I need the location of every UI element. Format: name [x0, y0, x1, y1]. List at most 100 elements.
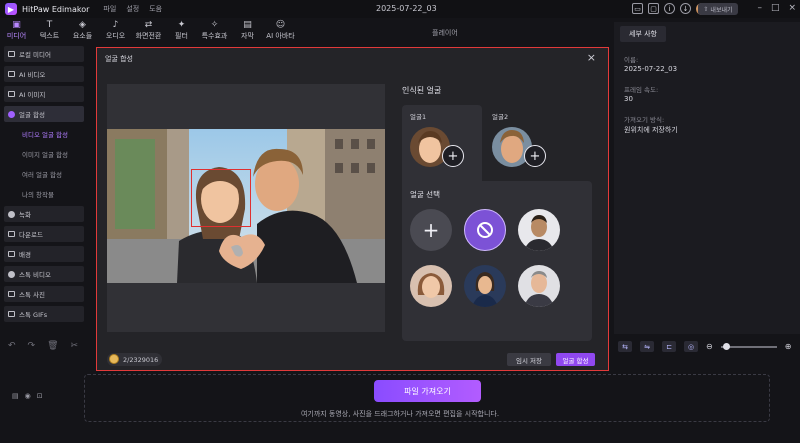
stock-video-icon [8, 270, 15, 278]
player-label: 플레이어 [432, 29, 458, 37]
main-toolbar: ▣ 미디어 T 텍스트 ◈ 요소들 ♪ 오디오 ⇄ 화면전환 ✦ 필터 ✧ 특수효과 ▤ 자막 … [0, 18, 320, 44]
app-logo-icon: ▶ [5, 3, 17, 15]
link-icon[interactable]: ⇋ [640, 341, 654, 352]
sidebar-item-stock-gifs[interactable]: 스톡 GIFs [4, 306, 84, 322]
sidebar-sub-image-face-swap[interactable]: 이미지 얼굴 합성 [4, 146, 84, 162]
tab-audio[interactable]: ♪ 오디오 [99, 18, 132, 44]
add-face-1-icon[interactable]: + [442, 145, 464, 167]
undo-icon[interactable]: ↶ [8, 341, 16, 351]
lock-icon[interactable]: ⊡ [37, 392, 43, 400]
tab-subtitle[interactable]: ▤ 자막 [231, 18, 264, 44]
stock-photo-icon [8, 291, 15, 297]
visibility-icon[interactable]: ◉ [25, 392, 31, 400]
feedback-icon[interactable]: ▢ [648, 3, 659, 14]
detected-face-box [191, 169, 251, 227]
dialog-title: 얼굴 합성 [105, 55, 133, 63]
close-window-icon[interactable]: × [788, 3, 796, 13]
close-icon[interactable]: × [587, 51, 596, 64]
fps-value: 30 [624, 95, 633, 103]
image-preview [107, 84, 385, 332]
cut-icon[interactable]: ✂ [71, 341, 79, 351]
tab-text[interactable]: T 텍스트 [33, 18, 66, 44]
ban-icon [477, 222, 493, 238]
face-select-panel: 얼굴 선택 + [402, 181, 592, 341]
sidebar-sub-multi-face-swap[interactable]: 여러 얼굴 합성 [4, 166, 84, 182]
face-option-man-2[interactable] [518, 265, 560, 307]
sidebar-item-background[interactable]: 배경 [4, 246, 84, 262]
gif-icon [8, 311, 15, 317]
upload-icon: ⇧ [703, 5, 711, 13]
sidebar-item-record[interactable]: 녹화 [4, 206, 84, 222]
info-icon[interactable]: i [664, 3, 675, 14]
media-sidebar: 로컬 미디어 AI 비디오 AI 이미지 얼굴 합성 비디오 얼굴 합성 이미지… [4, 46, 84, 336]
sidebar-sub-video-face-swap[interactable]: 비디오 얼굴 합성 [4, 126, 84, 142]
sidebar-item-stock-video[interactable]: 스톡 비디오 [4, 266, 84, 282]
filter-icon: ✦ [177, 20, 186, 30]
face-swap-icon [8, 110, 15, 118]
sidebar-item-face-swap[interactable]: 얼굴 합성 [4, 106, 84, 122]
split-icon[interactable]: ⊏ [662, 341, 676, 352]
face-select-title: 얼굴 선택 [410, 190, 440, 199]
zoom-slider-knob[interactable] [722, 342, 730, 350]
sidebar-item-download[interactable]: 다운로드 [4, 226, 84, 242]
tab-ai-avatar[interactable]: ☺ AI 아바타 [264, 18, 297, 44]
snap-icon[interactable]: ⇆ [618, 341, 632, 352]
add-face-2-icon[interactable]: + [524, 145, 546, 167]
title-icons: ▭ ▢ i ↓ [632, 3, 708, 15]
face-swap-dialog: 얼굴 합성 × 인식된 얼굴 얼굴1 + 얼굴2 + 얼굴 선택 + 2/232… [96, 47, 609, 371]
caption-icon[interactable]: ◎ [684, 341, 698, 352]
save-mode-value: 원위치에 저장하기 [624, 126, 678, 134]
menu-help[interactable]: 도움 [149, 4, 162, 14]
coin-icon [109, 354, 119, 364]
background-icon [8, 251, 15, 257]
redo-icon[interactable]: ↷ [28, 341, 36, 351]
tab-filter[interactable]: ✦ 필터 [165, 18, 198, 44]
no-face-option[interactable] [464, 209, 506, 251]
media-icon: ▣ [12, 20, 21, 30]
drop-hint: 여기까지 동영상, 사진을 드래그하거나 가져오면 편집을 시작합니다. [300, 410, 500, 418]
sidebar-item-ai-image[interactable]: AI 이미지 [4, 86, 84, 102]
delete-icon[interactable]: 🗑 [47, 341, 58, 351]
dialog-footer: 2/2329016 임시 저장 얼굴 합성 [97, 350, 607, 370]
window-controls: – □ × [757, 3, 796, 13]
folder-icon [8, 51, 15, 57]
screen-icon[interactable]: ▭ [632, 3, 643, 14]
sidebar-sub-my-creations[interactable]: 나의 창작물 [4, 186, 84, 202]
tab-effects[interactable]: ✧ 특수효과 [198, 18, 231, 44]
face-swap-button[interactable]: 얼굴 합성 [556, 353, 595, 366]
maximize-icon[interactable]: □ [771, 3, 780, 13]
menu-settings[interactable]: 설정 [126, 4, 139, 14]
zoom-slider[interactable] [720, 342, 777, 350]
tab-media[interactable]: ▣ 미디어 [0, 18, 33, 44]
name-label: 이름: [624, 56, 639, 64]
save-draft-button[interactable]: 임시 저장 [507, 353, 551, 366]
ai-video-icon [8, 71, 15, 77]
face-tab-2[interactable]: 얼굴2 + [484, 105, 564, 181]
name-value: 2025-07-22_03 [624, 65, 678, 73]
face-option-man-1[interactable] [518, 209, 560, 251]
ai-image-icon [8, 91, 15, 97]
face-tab-1[interactable]: 얼굴1 + [402, 105, 482, 181]
face-option-woman-1[interactable] [410, 265, 452, 307]
avatar-icon: ☺ [275, 20, 286, 30]
tab-transition[interactable]: ⇄ 화면전환 [132, 18, 165, 44]
export-button[interactable]: ⇧ 내보내기 [698, 3, 738, 15]
tab-details[interactable]: 세부 사항 [620, 26, 666, 42]
zoom-out-icon[interactable]: ⊖ [706, 342, 713, 351]
sidebar-item-ai-video[interactable]: AI 비디오 [4, 66, 84, 82]
plus-icon: + [422, 218, 440, 242]
sidebar-item-local-media[interactable]: 로컬 미디어 [4, 46, 84, 62]
sidebar-item-stock-photo[interactable]: 스톡 사진 [4, 286, 84, 302]
track-icon[interactable]: ▤ [12, 392, 19, 400]
face-1-label: 얼굴1 [410, 113, 427, 121]
face-2-label: 얼굴2 [492, 113, 509, 121]
tab-elements[interactable]: ◈ 요소들 [66, 18, 99, 44]
minimize-icon[interactable]: – [757, 3, 762, 13]
import-files-button[interactable]: 파일 가져오기 [374, 380, 481, 402]
zoom-in-icon[interactable]: ⊕ [785, 342, 792, 351]
face-option-woman-2[interactable] [464, 265, 506, 307]
menu-file[interactable]: 파일 [103, 4, 116, 14]
detected-faces-title: 인식된 얼굴 [402, 86, 442, 95]
upload-face-button[interactable]: + [410, 209, 452, 251]
download-icon[interactable]: ↓ [680, 3, 691, 14]
